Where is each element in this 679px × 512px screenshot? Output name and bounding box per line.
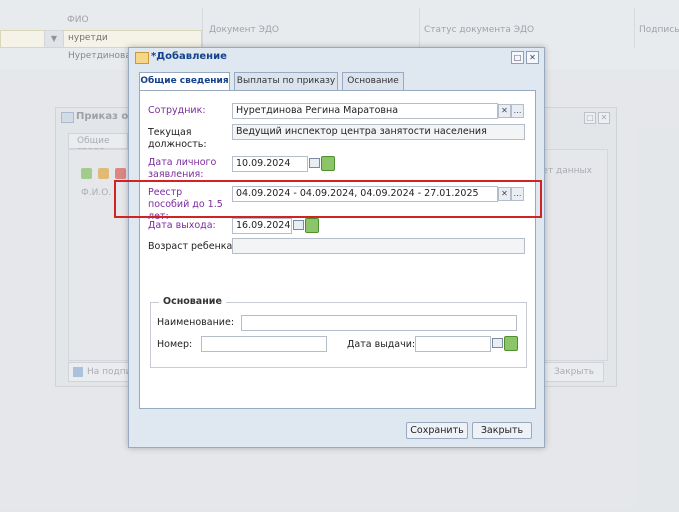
general-panel: Сотрудник: Нуретдинова Регина Маратовна … [139, 90, 536, 409]
child-age-field [232, 238, 525, 254]
issue-date-field[interactable] [415, 336, 491, 352]
child-age-label: Возраст ребенка: [148, 241, 236, 252]
close-icon[interactable]: ✕ [526, 51, 539, 64]
application-date-label: Дата личного заявления: [148, 157, 217, 180]
employee-label: Сотрудник: [148, 105, 206, 116]
tab-general[interactable]: Общие сведения [139, 72, 230, 91]
select-ellipsis-icon[interactable]: … [511, 104, 524, 118]
basis-number-field[interactable] [201, 336, 327, 352]
basis-group: Основание Наименование: Номер: Дата выда… [150, 296, 527, 368]
exit-date-field[interactable]: 16.09.2024 [232, 218, 292, 234]
tab-basis[interactable]: Основание [342, 72, 404, 90]
calendar-icon[interactable] [308, 156, 335, 171]
clear-icon[interactable]: ✕ [498, 104, 511, 118]
dialog-title-bar[interactable]: *Добавление □ ✕ [129, 48, 544, 66]
name-label: Наименование: [157, 317, 235, 328]
maximize-icon[interactable]: □ [511, 51, 524, 64]
position-field: Ведущий инспектор центра занятости насел… [232, 124, 525, 140]
dialog-title: *Добавление [151, 51, 227, 62]
exit-date-label: Дата выхода: [148, 220, 216, 231]
save-button[interactable]: Сохранить [406, 422, 468, 439]
application-date-field[interactable]: 10.09.2024 [232, 156, 308, 172]
dialog-window-controls: □ ✕ [509, 51, 539, 64]
tab-payments[interactable]: Выплаты по приказу [234, 72, 338, 90]
add-dialog: *Добавление □ ✕ Общие сведения Выплаты по… [128, 47, 545, 448]
position-label: Текущая должность: [148, 127, 207, 150]
employee-field[interactable]: Нуретдинова Регина Маратовна [232, 103, 498, 119]
calendar-icon[interactable] [292, 218, 319, 233]
registry-highlight-box [114, 180, 542, 218]
folder-icon [135, 52, 149, 64]
basis-name-field[interactable] [241, 315, 517, 331]
calendar-icon[interactable] [491, 336, 518, 351]
issue-date-label: Дата выдачи: [347, 339, 416, 350]
close-button[interactable]: Закрыть [472, 422, 532, 439]
basis-group-title: Основание [159, 296, 226, 307]
number-label: Номер: [157, 339, 193, 350]
